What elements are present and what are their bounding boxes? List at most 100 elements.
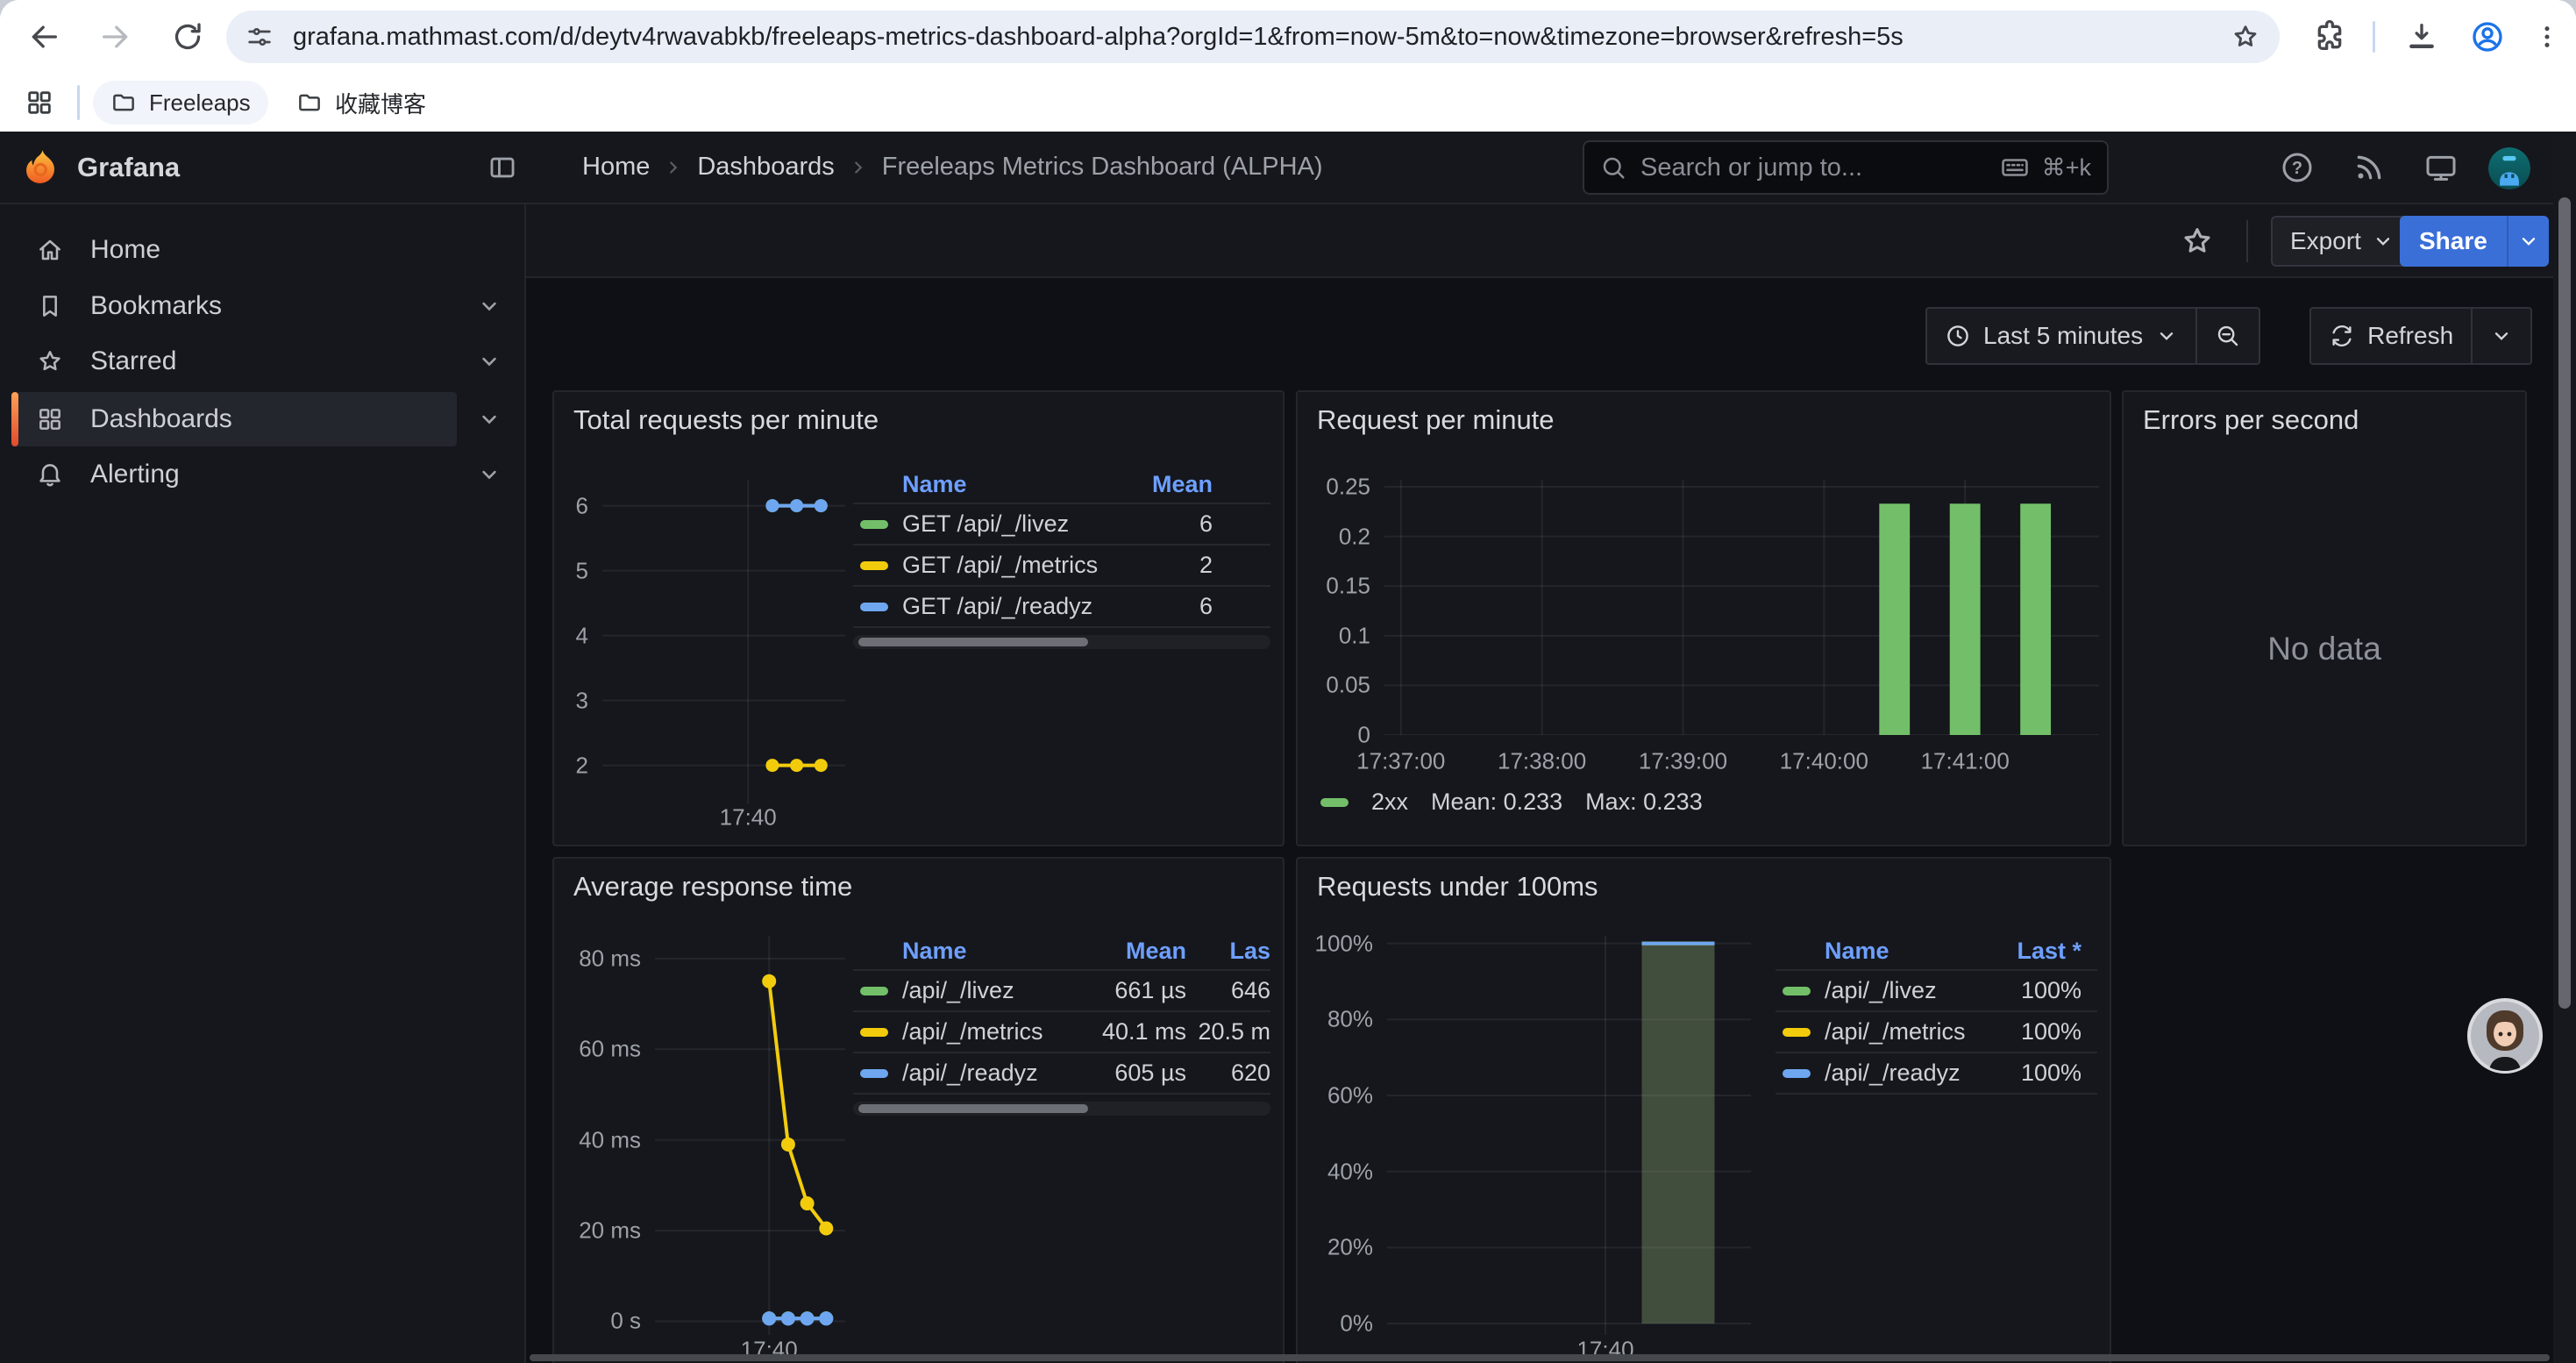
panel-title[interactable]: Total requests per minute bbox=[573, 404, 879, 436]
legend-scrollbar-thumb[interactable] bbox=[858, 1104, 1088, 1113]
breadcrumb-home[interactable]: Home bbox=[582, 153, 650, 182]
series-color-pill[interactable] bbox=[1783, 987, 1811, 995]
search-box[interactable]: ⌘+k bbox=[1583, 140, 2109, 195]
series-color-pill[interactable] bbox=[1783, 1069, 1811, 1078]
sidebar-item-dashboards[interactable]: Dashboards bbox=[11, 392, 457, 446]
series-name[interactable]: 2xx bbox=[1371, 789, 1408, 816]
brand-name[interactable]: Grafana bbox=[77, 132, 180, 203]
grafana-app: Grafana Home Dashboards Freeleaps Metric… bbox=[0, 132, 2576, 1363]
sidebar-item-starred[interactable]: Starred bbox=[11, 334, 457, 389]
panel-title[interactable]: Average response time bbox=[573, 871, 852, 903]
panel-title[interactable]: Errors per second bbox=[2143, 404, 2359, 436]
breadcrumb-dashboards[interactable]: Dashboards bbox=[697, 153, 834, 182]
sidebar-toggle-icon[interactable] bbox=[487, 153, 517, 182]
bookmark-star-icon[interactable] bbox=[2231, 22, 2260, 52]
grafana-logo[interactable] bbox=[21, 147, 61, 188]
share-dropdown-button[interactable] bbox=[2507, 216, 2549, 267]
chevron-down-icon[interactable] bbox=[477, 407, 502, 432]
forward-icon[interactable] bbox=[98, 19, 133, 54]
bookmark-folder-freeleaps[interactable]: Freeleaps bbox=[93, 81, 268, 125]
assistant-avatar-widget[interactable] bbox=[2467, 998, 2543, 1074]
tune-icon[interactable] bbox=[246, 23, 274, 51]
help-icon[interactable]: ? bbox=[2280, 150, 2315, 185]
zoom-out-button[interactable] bbox=[2197, 309, 2259, 363]
search-icon bbox=[1600, 154, 1626, 181]
series-last: 646 bbox=[1186, 977, 1270, 1004]
bookmark-folder-blogs[interactable]: 收藏博客 bbox=[279, 81, 444, 125]
axis-tick-label: 2 bbox=[576, 752, 588, 779]
series-name[interactable]: /api/_/metrics bbox=[1825, 1018, 1976, 1045]
time-range-group: Last 5 minutes bbox=[1925, 307, 2260, 365]
search-input[interactable] bbox=[1639, 153, 1988, 183]
legend-scrollbar[interactable] bbox=[853, 1102, 1270, 1116]
menu-dots-icon[interactable] bbox=[2533, 19, 2561, 54]
series-color-pill[interactable] bbox=[860, 603, 888, 611]
back-icon[interactable] bbox=[26, 19, 61, 54]
legend-col-name[interactable]: Name bbox=[1825, 938, 1976, 965]
legend-col-name[interactable]: Name bbox=[902, 471, 1107, 498]
toolbar-divider bbox=[2373, 21, 2375, 53]
share-button[interactable]: Share bbox=[2400, 216, 2507, 267]
chevron-down-icon bbox=[2490, 325, 2513, 347]
series-name[interactable]: /api/_/livez bbox=[902, 977, 1064, 1004]
legend-scrollbar-thumb[interactable] bbox=[858, 638, 1088, 646]
favorite-star-icon[interactable] bbox=[2180, 224, 2215, 259]
axis-tick-label: 40 ms bbox=[579, 1126, 641, 1153]
apps-grid-icon[interactable] bbox=[25, 88, 54, 118]
export-button[interactable]: Export bbox=[2271, 216, 2414, 267]
legend-scrollbar[interactable] bbox=[853, 635, 1270, 649]
series-last: 620 bbox=[1186, 1060, 1270, 1087]
series-name[interactable]: /api/_/readyz bbox=[902, 1060, 1064, 1087]
vertical-scrollbar[interactable] bbox=[2553, 132, 2576, 1363]
series-mean: 661 µs bbox=[1064, 977, 1186, 1004]
time-range-picker[interactable]: Last 5 minutes bbox=[1927, 309, 2195, 363]
series-name[interactable]: GET /api/_/readyz bbox=[902, 593, 1107, 620]
series-color-pill[interactable] bbox=[860, 1069, 888, 1078]
sidebar-item-label: Home bbox=[90, 235, 160, 265]
series-color-pill[interactable] bbox=[1783, 1028, 1811, 1037]
series-name[interactable]: /api/_/readyz bbox=[1825, 1060, 1976, 1087]
sidebar-item-alerting[interactable]: Alerting bbox=[11, 447, 457, 502]
series-color-pill[interactable] bbox=[860, 987, 888, 995]
horizontal-scrollbar[interactable] bbox=[530, 1354, 2550, 1361]
chevron-down-icon[interactable] bbox=[477, 349, 502, 374]
chevron-down-icon[interactable] bbox=[477, 294, 502, 318]
refresh-interval-dropdown[interactable] bbox=[2473, 309, 2530, 363]
legend-col-last[interactable]: Las bbox=[1186, 938, 1270, 965]
news-rss-icon[interactable] bbox=[2352, 150, 2387, 185]
refresh-label: Refresh bbox=[2367, 322, 2453, 350]
panel-title[interactable]: Request per minute bbox=[1317, 404, 1555, 436]
monitor-icon[interactable] bbox=[2423, 150, 2459, 185]
download-icon[interactable] bbox=[2404, 19, 2439, 54]
refresh-button[interactable]: Refresh bbox=[2311, 309, 2471, 363]
series-name[interactable]: /api/_/metrics bbox=[902, 1018, 1064, 1045]
extensions-icon[interactable] bbox=[2312, 19, 2347, 54]
chart-canvas[interactable] bbox=[1387, 936, 1751, 1335]
sidebar-item-bookmarks[interactable]: Bookmarks bbox=[11, 279, 457, 333]
reload-icon[interactable] bbox=[170, 19, 205, 54]
series-color-pill[interactable] bbox=[860, 520, 888, 529]
chart-canvas[interactable] bbox=[655, 936, 845, 1335]
assistant-avatar-image bbox=[2467, 998, 2543, 1074]
chart-canvas[interactable] bbox=[1384, 480, 2099, 735]
series-color-pill[interactable] bbox=[1320, 798, 1348, 807]
series-name[interactable]: GET /api/_/livez bbox=[902, 510, 1107, 538]
user-avatar[interactable] bbox=[2488, 147, 2530, 189]
chart-canvas[interactable] bbox=[602, 480, 845, 804]
vertical-scrollbar-thumb[interactable] bbox=[2558, 197, 2571, 1009]
profile-icon[interactable] bbox=[2470, 19, 2505, 54]
sidebar-item-home[interactable]: Home bbox=[11, 223, 457, 277]
chevron-down-icon[interactable] bbox=[477, 462, 502, 487]
panel-title[interactable]: Requests under 100ms bbox=[1317, 871, 1598, 903]
series-color-pill[interactable] bbox=[860, 561, 888, 570]
url-bar[interactable] bbox=[226, 11, 2280, 63]
chevron-down-icon bbox=[2372, 230, 2395, 253]
series-name[interactable]: GET /api/_/metrics bbox=[902, 552, 1107, 579]
legend-col-mean[interactable]: Mean bbox=[1107, 471, 1213, 498]
legend-col-mean[interactable]: Mean bbox=[1064, 938, 1186, 965]
series-color-pill[interactable] bbox=[860, 1028, 888, 1037]
url-input[interactable] bbox=[291, 22, 2213, 53]
legend-col-last[interactable]: Last * bbox=[1976, 938, 2081, 965]
legend-col-name[interactable]: Name bbox=[902, 938, 1064, 965]
series-name[interactable]: /api/_/livez bbox=[1825, 977, 1976, 1004]
